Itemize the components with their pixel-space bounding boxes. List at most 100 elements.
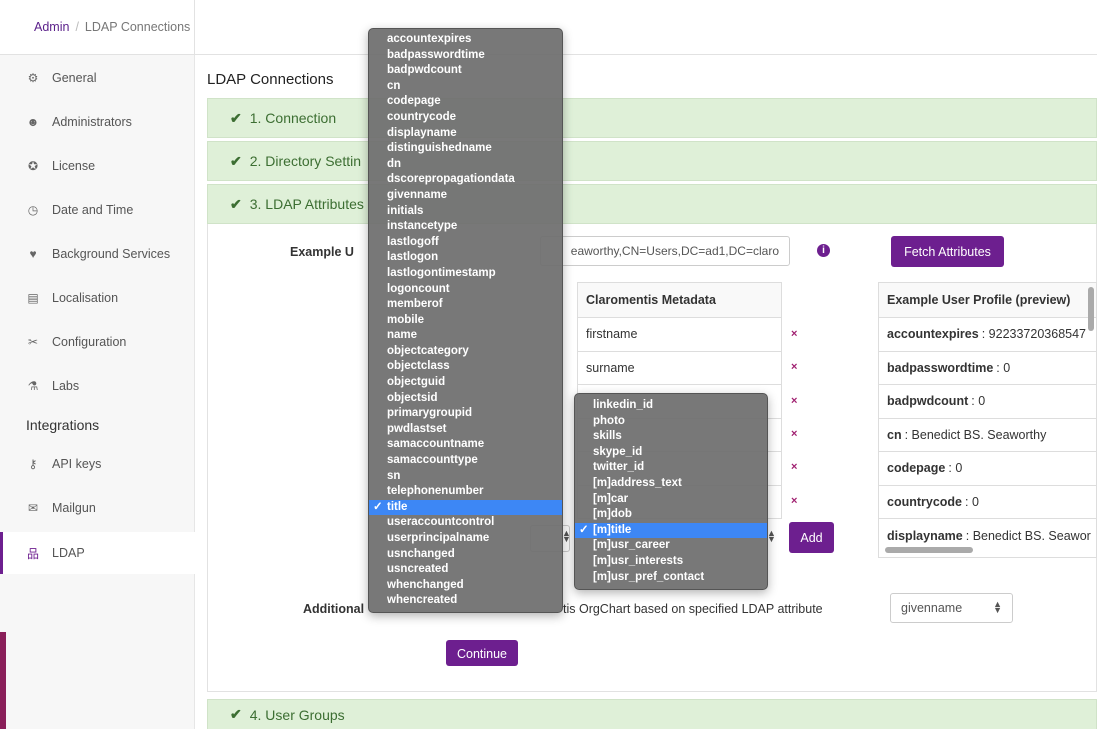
dropdown-option[interactable]: dscorepropagationdata (369, 172, 562, 188)
info-icon[interactable]: i (817, 244, 830, 257)
dropdown-option[interactable]: skills (575, 429, 767, 445)
panel-directory-settings[interactable]: ✔ 2. Directory Settin (207, 141, 1097, 181)
dropdown-option[interactable]: lastlogon (369, 250, 562, 266)
dropdown-option[interactable]: objectguid (369, 375, 562, 391)
dropdown-option[interactable]: displayname (369, 126, 562, 142)
dropdown-option-label: badpasswordtime (387, 48, 485, 61)
translate-icon: ▤ (27, 291, 39, 305)
dropdown-option-label: codepage (387, 95, 441, 108)
dropdown-option[interactable]: linkedin_id (575, 398, 767, 414)
dropdown-option[interactable]: lastlogoff (369, 235, 562, 251)
dropdown-option[interactable]: cn (369, 79, 562, 95)
metadata-dropdown-menu[interactable]: linkedin_id photo skills skype_id twitter_id… (574, 393, 768, 591)
dropdown-option[interactable]: whenchanged (369, 578, 562, 594)
dropdown-option[interactable]: badpasswordtime (369, 48, 562, 64)
dropdown-option[interactable]: samaccountname (369, 437, 562, 453)
remove-mapping-icon[interactable]: × (791, 328, 797, 340)
dropdown-option-label: distinguishedname (387, 142, 492, 155)
dropdown-option[interactable]: whencreated (369, 593, 562, 609)
dropdown-option[interactable]: ✓ title (369, 499, 562, 516)
dropdown-option[interactable]: [m]dob (575, 507, 767, 523)
vertical-scrollbar[interactable] (1088, 287, 1094, 331)
sidebar-item-labs[interactable]: ⚗ Labs (0, 366, 195, 406)
dropdown-option-label: objectcategory (387, 344, 469, 357)
dropdown-option[interactable]: primarygroupid (369, 406, 562, 422)
dropdown-option[interactable]: givenname (369, 188, 562, 204)
add-mapping-button[interactable]: Add (789, 522, 834, 553)
remove-mapping-icon[interactable]: × (791, 461, 797, 473)
dropdown-option[interactable]: logoncount (369, 282, 562, 298)
mapping-header: Claromentis Metadata (577, 282, 782, 318)
dropdown-option[interactable]: skype_id (575, 445, 767, 461)
fetch-attributes-button[interactable]: Fetch Attributes (891, 236, 1004, 267)
dropdown-option-label: useraccountcontrol (387, 516, 495, 529)
dropdown-option-label: givenname (387, 188, 448, 201)
dropdown-option[interactable]: twitter_id (575, 460, 767, 476)
remove-mapping-icon[interactable]: × (791, 361, 797, 373)
dropdown-option[interactable]: objectcategory (369, 344, 562, 360)
dropdown-option[interactable]: useraccountcontrol (369, 515, 562, 531)
sidebar-item-label: Mailgun (52, 501, 96, 515)
dropdown-option[interactable]: userprincipalname (369, 531, 562, 547)
sidebar-item-background-services[interactable]: ♥ Background Services (0, 234, 195, 274)
sidebar-item-license[interactable]: ✪ License (0, 146, 195, 186)
dropdown-option[interactable]: [m]usr_pref_contact (575, 570, 767, 586)
dropdown-option[interactable]: codepage (369, 94, 562, 110)
sidebar-item-mailgun[interactable]: ✉ Mailgun (0, 488, 195, 528)
sidebar-item-administrators[interactable]: ☻ Administrators (0, 102, 195, 142)
dropdown-option[interactable]: lastlogontimestamp (369, 266, 562, 282)
key-icon: ⚷ (28, 457, 38, 471)
dropdown-option[interactable]: distinguishedname (369, 141, 562, 157)
continue-button[interactable]: Continue (446, 640, 518, 666)
dropdown-option[interactable]: dn (369, 157, 562, 173)
dropdown-option[interactable]: memberof (369, 297, 562, 313)
remove-mapping-icon[interactable]: × (791, 395, 797, 407)
dropdown-option[interactable]: mobile (369, 313, 562, 329)
dropdown-option[interactable]: initials (369, 204, 562, 220)
sidebar-item-general[interactable]: ⚙ General (0, 58, 195, 98)
dropdown-option[interactable]: countrycode (369, 110, 562, 126)
horizontal-scrollbar[interactable] (885, 547, 973, 553)
dropdown-option[interactable]: usncreated (369, 562, 562, 578)
panel-ldap-attributes[interactable]: ✔ 3. LDAP Attributes (207, 184, 1097, 224)
dropdown-option[interactable]: [m]address_text (575, 476, 767, 492)
dropdown-option[interactable]: [m]usr_career (575, 538, 767, 554)
dropdown-option[interactable]: samaccounttype (369, 453, 562, 469)
panel-user-groups[interactable]: ✔ 4. User Groups (207, 699, 1097, 729)
dropdown-option[interactable]: ✓ [m]title (575, 522, 767, 539)
dropdown-option[interactable]: badpwdcount (369, 63, 562, 79)
dropdown-option[interactable]: accountexpires (369, 32, 562, 48)
remove-mapping-icon[interactable]: × (791, 428, 797, 440)
dropdown-option-label: countrycode (387, 110, 457, 123)
dropdown-option[interactable]: instancetype (369, 219, 562, 235)
dropdown-option[interactable]: [m]car (575, 492, 767, 508)
panel-connection[interactable]: ✔ 1. Connection (207, 98, 1097, 138)
sidebar-item-date-and-time[interactable]: ◷ Date and Time (0, 190, 195, 230)
dropdown-option[interactable]: pwdlastset (369, 422, 562, 438)
preview-key: codepage (887, 461, 946, 476)
dropdown-option[interactable]: telephonenumber (369, 484, 562, 500)
dropdown-option[interactable]: photo (575, 414, 767, 430)
example-user-dn-input[interactable]: eaworthy,CN=Users,DC=ad1,DC=claro (540, 236, 790, 266)
sidebar-item-api-keys[interactable]: ⚷ API keys (0, 444, 195, 484)
dropdown-option[interactable]: usnchanged (369, 547, 562, 563)
dropdown-option[interactable]: name (369, 328, 562, 344)
dropdown-option-label: userprincipalname (387, 532, 490, 544)
dropdown-option[interactable]: objectclass (369, 359, 562, 375)
orgchart-attribute-select[interactable]: givenname ▲ ▼ (890, 593, 1013, 623)
breadcrumb-admin-link[interactable]: Admin (34, 20, 69, 34)
example-user-profile-preview[interactable]: Example User Profile (preview) accountex… (878, 282, 1097, 558)
sidebar-item-configuration[interactable]: ✂ Configuration (0, 322, 195, 362)
integrations-heading: Integrations (26, 417, 100, 433)
sitemap-icon: 品 (26, 546, 39, 561)
sidebar-item-localisation[interactable]: ▤ Localisation (0, 278, 195, 318)
sidebar-item-ldap[interactable]: 品 LDAP (0, 532, 195, 574)
clock-icon: ◷ (27, 203, 39, 217)
ldap-attribute-dropdown-menu[interactable]: accountexpires badpasswordtime badpwdcount… (368, 28, 563, 613)
dropdown-option[interactable]: sn (369, 469, 562, 485)
preview-header: Example User Profile (preview) (879, 283, 1096, 318)
dropdown-option-label: whencreated (387, 594, 458, 607)
dropdown-option[interactable]: [m]usr_interests (575, 554, 767, 570)
remove-mapping-icon[interactable]: × (791, 495, 797, 507)
dropdown-option[interactable]: objectsid (369, 391, 562, 407)
